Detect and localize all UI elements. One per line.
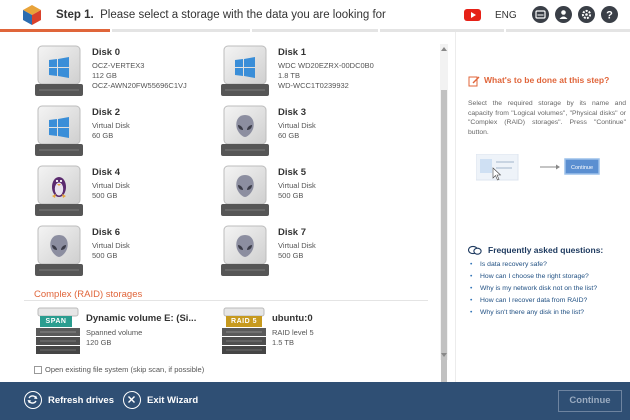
step-illustration: Continue [476, 154, 600, 181]
refresh-icon [24, 391, 42, 409]
raid-type-badge: SPAN [40, 316, 72, 327]
raid-name: ubuntu:0 [272, 313, 313, 324]
faq-title: Frequently asked questions: [488, 245, 604, 255]
disk-tile-1[interactable]: Disk 1 WDC WD20EZRX-00DC0B0 1.8 TB WD-WCC1T… [220, 45, 410, 101]
svg-text:?: ? [606, 10, 613, 22]
hard-drive-linux-icon [35, 165, 83, 216]
raid-array-icon [36, 307, 80, 354]
disk-name: Disk 0 [92, 47, 120, 58]
app-logo-icon [23, 5, 41, 25]
step-text: Please select a storage with the data yo… [100, 9, 386, 21]
disk-detail: 112 GB [92, 71, 117, 80]
faq-link[interactable]: How can I recover data from RAID? [470, 297, 597, 309]
disk-detail: Virtual Disk [92, 241, 130, 250]
vertical-scrollbar[interactable] [440, 44, 448, 382]
hard-drive-windows-icon [35, 105, 83, 156]
disk-detail: OCZ-VERTEX3 [92, 61, 145, 70]
storage-list: Disk 0 OCZ-VERTEX3 112 GB OCZ-AWN20FW55696C… [0, 32, 452, 382]
hard-drive-unknown-icon [221, 165, 269, 216]
disk-detail: WDC WD20EZRX-00DC0B0 [278, 61, 374, 70]
disk-detail: WD-WCC1T0239932 [278, 81, 349, 90]
hdd-icon [535, 10, 546, 19]
footer-bar: Refresh drives Exit Wizard Continue [0, 382, 630, 420]
disk-detail: Virtual Disk [278, 181, 316, 190]
step-label: Step 1. [56, 9, 94, 21]
disk-detail: 60 GB [92, 131, 114, 140]
scroll-up-arrow-icon[interactable] [441, 47, 447, 51]
account-button[interactable] [555, 6, 572, 23]
raid-detail: Spanned volume [86, 328, 143, 337]
disk-tile-6[interactable]: Disk 6 Virtual Disk 500 GB [34, 225, 224, 281]
hard-drive-unknown-icon [35, 225, 83, 276]
disk-detail: 500 GB [92, 191, 118, 200]
disk-tile-2[interactable]: Disk 2 Virtual Disk 60 GB [34, 105, 224, 161]
disk-name: Disk 3 [278, 107, 306, 118]
help-text: Select the required storage by its name … [468, 100, 626, 136]
section-divider [24, 300, 428, 301]
disk-name: Disk 5 [278, 167, 306, 178]
raid-name: Dynamic volume E: (Si... [86, 313, 197, 324]
disk-name: Disk 4 [92, 167, 120, 178]
raid-section-title: Complex (RAID) storages [34, 289, 143, 300]
open-fs-label: Open existing file system (skip scan, if… [45, 365, 205, 374]
disk-tile-0[interactable]: Disk 0 OCZ-VERTEX3 112 GB OCZ-AWN20FW55696C… [34, 45, 224, 101]
disk-detail: OCZ-AWN20FW55696C1VJ [92, 81, 187, 90]
open-fs-checkbox[interactable] [34, 366, 42, 374]
faq-link[interactable]: Why isn't there any disk in the list? [470, 309, 597, 321]
hard-drive-windows-icon [221, 45, 269, 96]
header-bar: Step 1. Please select a storage with the… [0, 0, 630, 32]
faq-link[interactable]: How can I choose the right storage? [470, 273, 597, 285]
step-title: Step 1. Please select a storage with the… [56, 9, 386, 21]
close-icon [123, 391, 141, 409]
raid-detail: 120 GB [86, 338, 112, 347]
disk-name: Disk 7 [278, 227, 306, 238]
disk-tile-7[interactable]: Disk 7 Virtual Disk 500 GB [220, 225, 410, 281]
help-button[interactable]: ? [601, 6, 618, 23]
faq-chat-icon [468, 245, 482, 255]
help-icon: ? [606, 10, 613, 22]
faq-link[interactable]: Is data recovery safe? [470, 261, 597, 273]
help-panel: What's to be done at this step? Select t… [455, 32, 630, 382]
disk-detail: 500 GB [92, 251, 118, 260]
disk-detail: Virtual Disk [92, 121, 130, 130]
disk-detail: 1.8 TB [278, 71, 300, 80]
hard-drive-unknown-icon [221, 105, 269, 156]
hard-drive-windows-icon [35, 45, 83, 96]
faq-link[interactable]: Why is my network disk not on the list? [470, 285, 597, 297]
exit-wizard-label: Exit Wizard [147, 395, 199, 406]
disk-detail: Virtual Disk [92, 181, 130, 190]
edit-note-icon [468, 76, 480, 87]
hdd-button[interactable] [532, 6, 549, 23]
hard-drive-unknown-icon [221, 225, 269, 276]
disk-tile-3[interactable]: Disk 3 Virtual Disk 60 GB [220, 105, 410, 161]
illustration-continue-label: Continue [571, 165, 593, 171]
raid-tile-0[interactable]: SPAN Dynamic volume E: (Si... Spanned volu… [34, 304, 224, 360]
disk-detail: 500 GB [278, 251, 304, 260]
disk-name: Disk 6 [92, 227, 120, 238]
disk-tile-5[interactable]: Disk 5 Virtual Disk 500 GB [220, 165, 410, 221]
disk-detail: 500 GB [278, 191, 304, 200]
disk-tile-4[interactable]: Disk 4 Virtual Disk 500 GB [34, 165, 224, 221]
raid-array-icon [222, 307, 266, 354]
disk-name: Disk 2 [92, 107, 120, 118]
faq-list: Is data recovery safe?How can I choose t… [470, 261, 597, 321]
scroll-thumb[interactable] [441, 90, 447, 382]
user-icon [559, 10, 568, 19]
disk-name: Disk 1 [278, 47, 306, 58]
refresh-drives-label: Refresh drives [48, 395, 115, 406]
disk-detail: Virtual Disk [278, 121, 316, 130]
youtube-icon[interactable] [464, 9, 481, 21]
raid-detail: 1.5 TB [272, 338, 294, 347]
raid-detail: RAID level 5 [272, 328, 314, 337]
gear-icon [581, 9, 592, 20]
raid-tile-1[interactable]: RAID 5 ubuntu:0 RAID level 5 1.5 TB [220, 304, 410, 360]
help-title: What's to be done at this step? [484, 75, 610, 85]
scroll-down-arrow-icon[interactable] [441, 353, 447, 357]
raid-type-badge: RAID 5 [226, 316, 262, 327]
disk-detail: 60 GB [278, 131, 300, 140]
language-selector[interactable]: ENG [495, 10, 517, 21]
disk-detail: Virtual Disk [278, 241, 316, 250]
continue-button[interactable]: Continue [558, 390, 622, 412]
settings-button[interactable] [578, 6, 595, 23]
